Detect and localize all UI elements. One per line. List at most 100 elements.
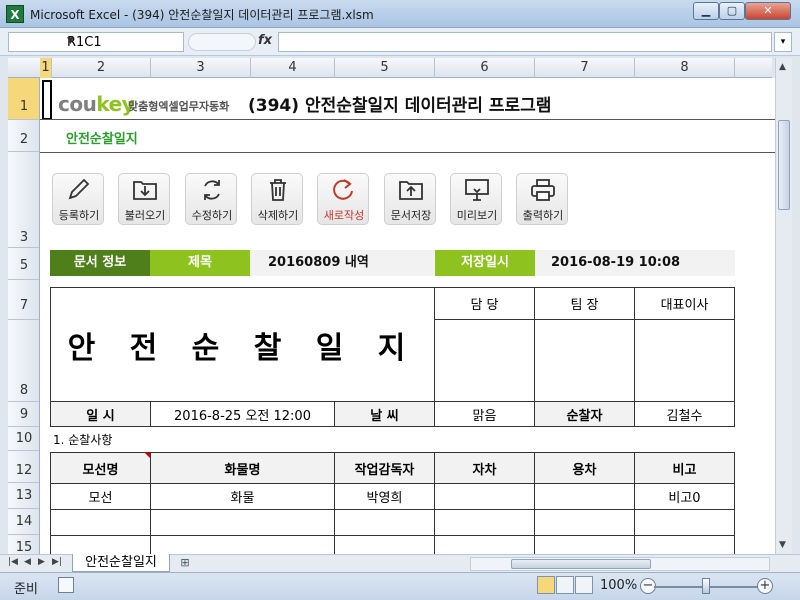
row-header[interactable]: 12 xyxy=(8,451,39,483)
table-header: 용차 xyxy=(534,452,635,484)
vertical-scrollbar[interactable]: ▲ ▼ xyxy=(775,58,792,554)
zoom-in-icon[interactable]: + xyxy=(757,578,773,594)
formula-input[interactable] xyxy=(278,32,772,52)
preview-button[interactable]: 미리보기 xyxy=(450,173,502,225)
row-header[interactable]: 8 xyxy=(8,320,39,402)
row-headers: 1 2 3 5 7 8 9 10 12 13 14 15 xyxy=(8,78,40,554)
row-header[interactable]: 13 xyxy=(8,483,39,509)
horizontal-scroll-thumb[interactable] xyxy=(511,559,651,569)
printer-icon xyxy=(531,179,555,201)
form-big-title-cell: 안 전 순 찰 일 지 xyxy=(50,287,435,402)
page-layout-view-icon[interactable] xyxy=(556,576,574,594)
sign-box-staff[interactable] xyxy=(434,319,535,402)
table-cell[interactable] xyxy=(634,509,735,536)
table-cell[interactable] xyxy=(634,535,735,554)
row-header[interactable]: 5 xyxy=(8,248,39,280)
insert-function-icon[interactable]: fx xyxy=(258,33,272,48)
table-cell[interactable]: 비고0 xyxy=(634,483,735,510)
edit-button[interactable]: 수정하기 xyxy=(185,173,237,225)
column-header[interactable]: 3 xyxy=(151,58,251,78)
table-cell[interactable] xyxy=(534,535,635,554)
table-cell[interactable] xyxy=(434,535,535,554)
scroll-down-icon[interactable]: ▼ xyxy=(779,540,786,550)
table-cell[interactable] xyxy=(50,535,151,554)
table-header: 비고 xyxy=(634,452,735,484)
sign-box-team-lead[interactable] xyxy=(534,319,635,402)
row-header[interactable]: 1 xyxy=(8,78,39,120)
table-cell[interactable] xyxy=(534,509,635,536)
comment-indicator-icon[interactable] xyxy=(144,452,150,458)
row-header[interactable]: 2 xyxy=(8,120,39,152)
vertical-scroll-thumb[interactable] xyxy=(778,120,790,210)
zoom-slider-thumb[interactable] xyxy=(702,578,710,594)
row-header[interactable]: 3 xyxy=(8,152,39,248)
row-header[interactable]: 10 xyxy=(8,427,39,451)
column-headers: 1 2 3 4 5 6 7 8 xyxy=(8,58,772,78)
column-header[interactable]: 7 xyxy=(535,58,635,78)
print-button-label: 출력하기 xyxy=(522,209,564,222)
column-header[interactable]: 4 xyxy=(251,58,335,78)
date-value[interactable]: 2016-8-25 오전 12:00 xyxy=(150,401,335,427)
insert-sheet-icon[interactable]: ⊞ xyxy=(174,556,196,571)
table-cell[interactable] xyxy=(434,483,535,510)
normal-view-icon[interactable] xyxy=(537,576,555,594)
table-cell[interactable] xyxy=(334,535,435,554)
row-header[interactable]: 9 xyxy=(8,402,39,427)
page-break-view-icon[interactable] xyxy=(575,576,593,594)
minimize-button[interactable]: ▁ xyxy=(693,2,719,20)
table-cell[interactable] xyxy=(150,509,335,536)
delete-button-label: 삭제하기 xyxy=(257,209,299,222)
row-header[interactable]: 7 xyxy=(8,280,39,320)
macro-record-icon[interactable] xyxy=(58,577,74,593)
table-cell[interactable]: 화물 xyxy=(150,483,335,510)
doc-info-label: 문서 정보 xyxy=(50,250,150,276)
sign-header-team-lead: 팀 장 xyxy=(534,287,635,320)
header-divider xyxy=(40,119,775,120)
print-button[interactable]: 출력하기 xyxy=(516,173,568,225)
delete-button[interactable]: 삭제하기 xyxy=(251,173,303,225)
worksheet[interactable]: coukey 맞춤형엑셀업무자동화 (394) 안전순찰일지 데이터관리 프로그… xyxy=(40,78,775,554)
date-label: 일 시 xyxy=(50,401,151,427)
first-sheet-icon[interactable]: |◀ xyxy=(8,557,18,567)
row-header[interactable]: 14 xyxy=(8,509,39,535)
horizontal-scrollbar[interactable] xyxy=(470,557,770,571)
table-cell[interactable] xyxy=(50,509,151,536)
prev-sheet-icon[interactable]: ◀ xyxy=(24,557,31,567)
sign-box-ceo[interactable] xyxy=(634,319,735,402)
maximize-button[interactable]: ▢ xyxy=(719,2,745,20)
doc-title-value[interactable]: 20160809 내역 xyxy=(250,250,435,276)
saved-at-label: 저장일시 xyxy=(435,250,535,276)
column-header[interactable]: 2 xyxy=(52,58,151,78)
table-cell[interactable] xyxy=(434,509,535,536)
load-button[interactable]: 불러오기 xyxy=(118,173,170,225)
table-cell[interactable] xyxy=(534,483,635,510)
column-header[interactable]: 1 xyxy=(40,58,52,78)
chevron-down-icon[interactable]: ▼ xyxy=(67,36,179,46)
formula-divider[interactable] xyxy=(188,33,256,51)
table-cell[interactable] xyxy=(334,509,435,536)
save-document-button[interactable]: 문서저장 xyxy=(384,173,436,225)
weather-value[interactable]: 맑음 xyxy=(434,401,535,427)
new-document-button[interactable]: 새로작성 xyxy=(317,173,369,225)
excel-app-icon[interactable]: X xyxy=(6,5,24,23)
column-header[interactable]: 6 xyxy=(435,58,535,78)
next-sheet-icon[interactable]: ▶ xyxy=(38,557,45,567)
last-sheet-icon[interactable]: ▶| xyxy=(52,557,62,567)
table-cell[interactable]: 모선 xyxy=(50,483,151,510)
table-cell[interactable] xyxy=(150,535,335,554)
column-header[interactable]: 8 xyxy=(635,58,735,78)
table-cell[interactable]: 박영희 xyxy=(334,483,435,510)
table-row xyxy=(50,535,735,554)
name-box[interactable]: R1C1 ▼ xyxy=(8,32,184,52)
scroll-up-icon[interactable]: ▲ xyxy=(779,62,786,72)
column-header[interactable]: 5 xyxy=(335,58,435,78)
close-button[interactable]: ✕ xyxy=(745,2,791,20)
row-header[interactable]: 15 xyxy=(8,535,39,554)
patrol-form-header: 안 전 순 찰 일 지 담 당 팀 장 대표이사 일 시 2016-8-25 오… xyxy=(50,287,735,427)
zoom-level[interactable]: 100% xyxy=(600,578,637,593)
window-title: Microsoft Excel - (394) 안전순찰일지 데이터관리 프로그… xyxy=(30,8,374,22)
expand-formula-bar-icon[interactable]: ▾ xyxy=(774,32,792,52)
patroller-value[interactable]: 김철수 xyxy=(634,401,735,427)
register-button[interactable]: 등록하기 xyxy=(52,173,104,225)
sheet-tab-patrol-log[interactable]: 안전순찰일지 xyxy=(72,554,170,572)
